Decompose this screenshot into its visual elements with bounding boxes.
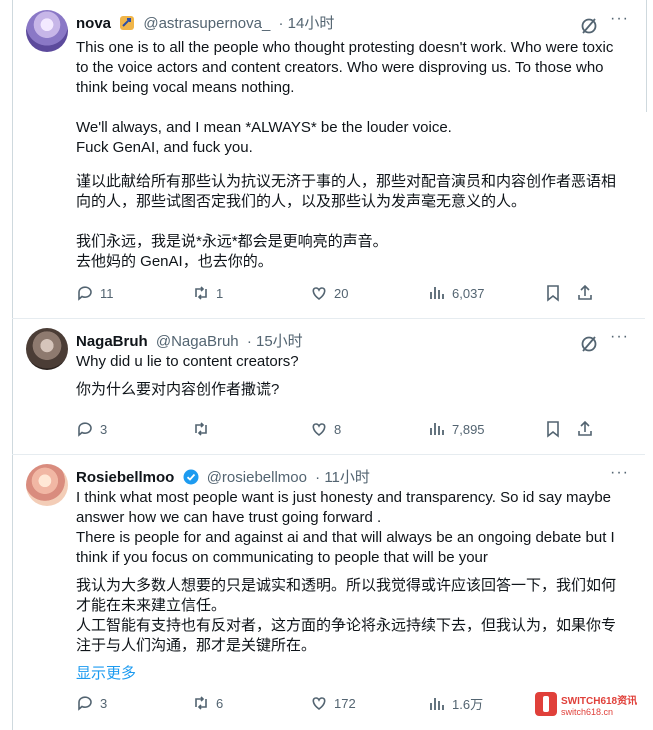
post-time[interactable]: · 15小时 [247, 333, 303, 350]
post-text-translation: 我认为大多数人想要的只是诚实和透明。所以我觉得或许应该回答一下，我们如何才能在未… [76, 577, 617, 654]
share-button[interactable] [576, 420, 594, 438]
avatar[interactable] [26, 10, 68, 52]
views-button[interactable]: 7,895 [428, 420, 485, 438]
verified-badge-icon [183, 469, 199, 485]
heart-icon [312, 287, 326, 300]
more-options-icon[interactable]: ··· [610, 464, 629, 482]
view-count: 1.6万 [452, 697, 484, 712]
user-handle[interactable]: @NagaBruh [156, 333, 239, 350]
reply-icon [78, 696, 92, 711]
share-icon [578, 284, 592, 300]
repost-button[interactable]: 1 [192, 284, 223, 302]
post-text: I think what most people want is just ho… [76, 488, 621, 656]
site-watermark: SWITCH618资讯 switch618.cn [535, 690, 641, 722]
like-count: 20 [334, 285, 349, 301]
reply-count: 11 [100, 285, 114, 301]
views-button[interactable]: 6,037 [428, 284, 485, 302]
post-text-translation: 谨以此献给所有那些认为抗议无济于事的人，那些对配音演员和内容创作者恶语相向的人，… [76, 173, 617, 270]
bookmark-icon [547, 285, 559, 302]
post-text: Why did u lie to content creators? 你为什么要… [76, 352, 621, 400]
post-text: This one is to all the people who though… [76, 38, 621, 272]
sidebar-edge [646, 0, 653, 112]
repost-button[interactable] [192, 420, 216, 438]
user-handle[interactable]: @astrasupernova_ [143, 15, 270, 32]
post-header: NagaBruh @NagaBruh · 15小时 [76, 330, 585, 351]
watermark-url: switch618.cn [561, 707, 614, 717]
grok-icon[interactable] [579, 16, 599, 36]
display-name[interactable]: nova [76, 15, 111, 32]
views-icon [430, 423, 444, 435]
views-icon [430, 697, 444, 710]
views-icon [430, 287, 444, 299]
avatar[interactable] [26, 328, 68, 370]
repost-icon [195, 286, 207, 300]
reply-post[interactable]: NagaBruh @NagaBruh · 15小时 ··· Why did u … [12, 318, 645, 455]
post-text-en: I think what most people want is just ho… [76, 489, 615, 566]
display-name[interactable]: Rosiebellmoo [76, 469, 174, 486]
affiliate-badge-icon [120, 16, 135, 30]
post-text-en: This one is to all the people who though… [76, 39, 614, 156]
reply-icon [78, 286, 92, 301]
repost-button[interactable]: 6 [192, 694, 223, 712]
display-name[interactable]: NagaBruh [76, 333, 148, 350]
view-count: 6,037 [452, 285, 485, 301]
post-header: nova @astrasupernova_ · 14小时 [76, 12, 585, 33]
share-button[interactable] [576, 284, 594, 302]
reply-button[interactable]: 11 [76, 284, 114, 302]
like-count: 172 [334, 695, 356, 711]
repost-icon [195, 696, 207, 710]
grok-icon[interactable] [579, 334, 599, 354]
heart-icon [312, 697, 326, 710]
post-text-translation: 你为什么要对内容创作者撒谎? [76, 381, 280, 398]
repost-count: 6 [216, 695, 224, 711]
bookmark-button[interactable] [544, 420, 562, 438]
reply-icon [78, 422, 92, 437]
reply-button[interactable]: 3 [76, 694, 107, 712]
like-button[interactable]: 8 [310, 420, 341, 438]
post-header: Rosiebellmoo @rosiebellmoo · 11小时 [76, 466, 585, 487]
heart-icon [312, 423, 326, 436]
more-options-icon[interactable]: ··· [610, 328, 629, 346]
more-options-icon[interactable]: ··· [610, 10, 629, 28]
watermark-text: SWITCH618资讯 [561, 696, 638, 707]
like-count: 8 [334, 421, 342, 437]
post-time[interactable]: · 11小时 [315, 469, 370, 486]
reply-button[interactable]: 3 [76, 420, 107, 438]
bookmark-button[interactable] [544, 284, 562, 302]
avatar[interactable] [26, 464, 68, 506]
share-icon [578, 420, 592, 436]
reply-count: 3 [100, 421, 108, 437]
view-count: 7,895 [452, 421, 485, 437]
repost-icon [195, 422, 207, 436]
action-bar: 3 8 7,895 [76, 420, 633, 442]
like-button[interactable]: 172 [310, 694, 356, 712]
user-handle[interactable]: @rosiebellmoo [207, 469, 307, 486]
post-text-en: Why did u lie to content creators? [76, 353, 299, 370]
views-button[interactable]: 1.6万 [428, 694, 483, 713]
post-time[interactable]: · 14小时 [279, 15, 335, 32]
switch-logo-icon [535, 692, 557, 716]
repost-count: 1 [216, 285, 224, 301]
bookmark-icon [547, 421, 559, 438]
reply-count: 3 [100, 695, 108, 711]
reply-post[interactable]: Rosiebellmoo @rosiebellmoo · 11小时 ··· I … [12, 454, 645, 730]
action-bar: 11 1 20 6,037 [76, 284, 633, 306]
like-button[interactable]: 20 [310, 284, 348, 302]
reply-post[interactable]: nova @astrasupernova_ · 14小时 ··· This on… [12, 0, 645, 319]
show-more-link[interactable]: 显示更多 [76, 662, 136, 683]
